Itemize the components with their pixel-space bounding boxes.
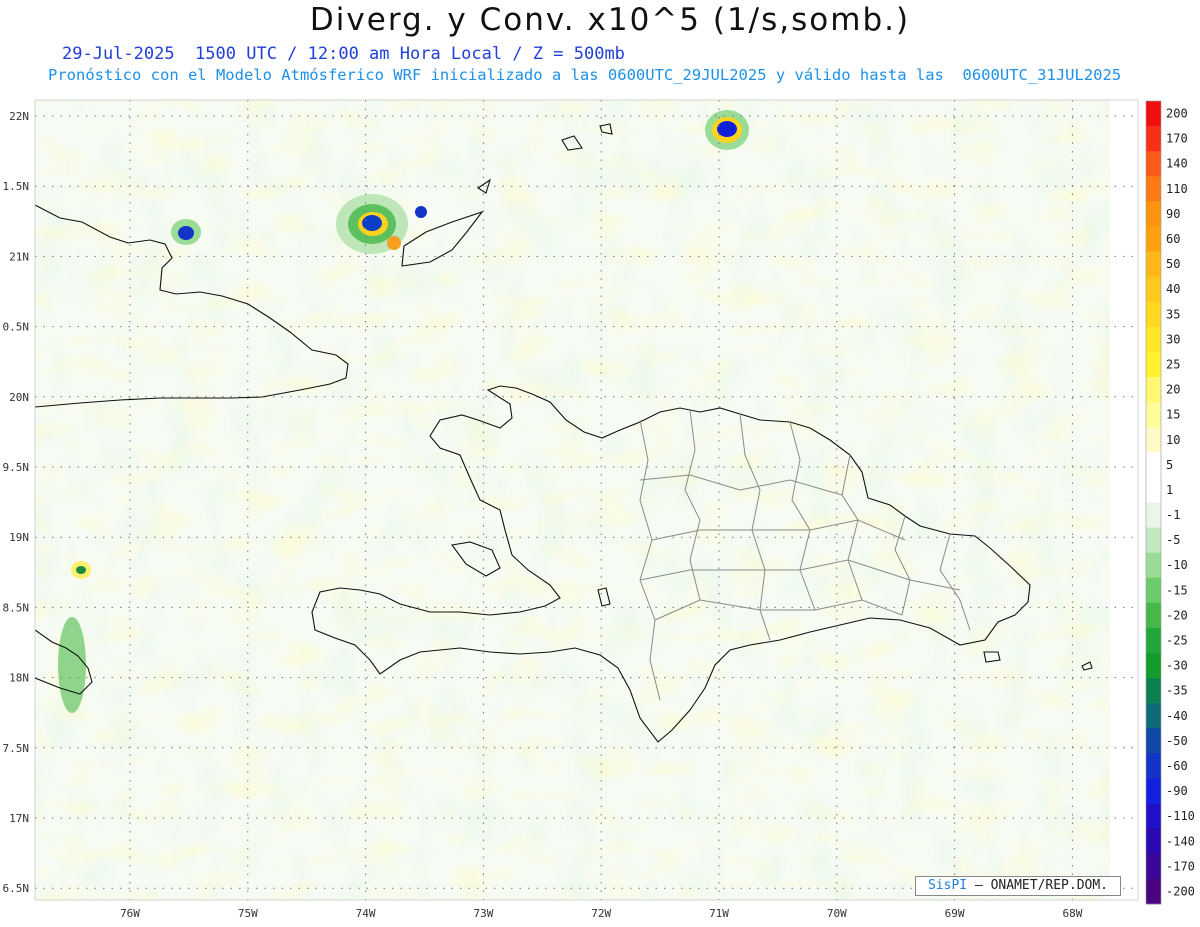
- colorbar-label: -170: [1166, 859, 1195, 873]
- colorbar-swatch: [1146, 778, 1161, 804]
- colorbar-swatch: [1146, 577, 1161, 604]
- longitude-labels: 76W 75W 74W 73W 72W 71W 70W 69W 68W: [120, 907, 1083, 920]
- lat-tick-label: 20N: [9, 391, 29, 404]
- colorbar-swatch: [1146, 703, 1161, 729]
- colorbar-label: -15: [1166, 583, 1188, 597]
- colorbar-swatch: [1146, 176, 1161, 202]
- colorbar-swatch: [1146, 728, 1161, 754]
- lat-tick-label: 0.5N: [3, 321, 30, 334]
- vortex-feature-4: [71, 561, 91, 579]
- colorbar-label: 5: [1166, 458, 1173, 472]
- colorbar-swatch: [1146, 226, 1161, 252]
- colorbar-label: -140: [1166, 834, 1195, 848]
- colorbar-label: 25: [1166, 357, 1180, 371]
- lat-tick-label: 19N: [9, 531, 29, 544]
- colorbar-label: -60: [1166, 759, 1188, 773]
- lon-tick-label: 71W: [709, 907, 729, 920]
- colorbar-swatch: [1146, 803, 1161, 830]
- colorbar-swatch: [1146, 377, 1161, 403]
- colorbar-swatch: [1146, 402, 1161, 428]
- lon-tick-label: 70W: [827, 907, 847, 920]
- colorbar-label: -1: [1166, 508, 1180, 522]
- lat-tick-label: 1.5N: [3, 180, 30, 193]
- lat-tick-label: 18N: [9, 672, 29, 685]
- colorbar-label: -90: [1166, 784, 1188, 798]
- colorbar-swatch: [1146, 101, 1161, 127]
- colorbar-label: -110: [1166, 809, 1195, 823]
- colorbar-label: 20: [1166, 383, 1180, 397]
- colorbar-label: 170: [1166, 132, 1188, 146]
- lat-tick-label: 8.5N: [3, 601, 30, 614]
- lat-tick-label: 6.5N: [3, 882, 30, 895]
- colorbar-swatch: [1146, 502, 1161, 528]
- colorbar-label: 110: [1166, 182, 1188, 196]
- colorbar-label: 10: [1166, 433, 1180, 447]
- colorbar-swatch: [1146, 126, 1161, 152]
- convergence-band: [58, 617, 86, 713]
- colorbar-label: -35: [1166, 684, 1188, 698]
- colorbar-label: 50: [1166, 257, 1180, 271]
- colorbar-swatch: [1146, 452, 1161, 478]
- vortex-feature-3: [171, 219, 201, 245]
- colorbar-swatch: [1146, 276, 1161, 303]
- lon-tick-label: 73W: [473, 907, 493, 920]
- colorbar-swatch: [1146, 552, 1161, 579]
- colorbar-label: 60: [1166, 232, 1180, 246]
- map-svg: 22N 1.5N 21N 0.5N 20N 9.5N 19N 8.5N 18N 7.5N 17N 6.…: [3, 99, 1195, 920]
- colorbar-label: 30: [1166, 332, 1180, 346]
- colorbar: 200 170 140 110 90 60 50 40 35 30 25 20 15 10 5 1 -1 -5 -1…: [1145, 100, 1195, 905]
- colorbar-swatch: [1146, 602, 1161, 629]
- lat-tick-label: 17N: [9, 812, 29, 825]
- lat-tick-label: 22N: [9, 110, 29, 123]
- colorbar-swatch: [1146, 653, 1161, 679]
- colorbar-swatch: [1146, 351, 1161, 378]
- colorbar-label: -20: [1166, 608, 1188, 622]
- lon-tick-label: 69W: [945, 907, 965, 920]
- colorbar-swatch: [1146, 151, 1161, 177]
- colorbar-label: 40: [1166, 282, 1180, 296]
- colorbar-swatch: [1146, 301, 1161, 328]
- credit-box: SisPI – ONAMET/REP.DOM.: [915, 876, 1121, 896]
- colorbar-swatch: [1146, 326, 1161, 353]
- credit-text: – ONAMET/REP.DOM.: [974, 878, 1109, 893]
- colorbar-swatch: [1146, 627, 1161, 654]
- colorbar-label: 1: [1166, 483, 1173, 497]
- lat-tick-label: 7.5N: [3, 742, 30, 755]
- lon-tick-label: 76W: [120, 907, 140, 920]
- colorbar-label: -25: [1166, 634, 1188, 648]
- lon-tick-label: 72W: [591, 907, 611, 920]
- colorbar-label: 200: [1166, 107, 1188, 121]
- colorbar-label: -5: [1166, 533, 1180, 547]
- colorbar-label: 35: [1166, 307, 1180, 321]
- colorbar-swatch: [1146, 678, 1161, 704]
- colorbar-swatch: [1146, 201, 1161, 227]
- colorbar-swatch: [1146, 828, 1161, 855]
- colorbar-label: -10: [1166, 558, 1188, 572]
- colorbar-label: 15: [1166, 408, 1180, 422]
- divergence-field: [35, 100, 1138, 900]
- lon-tick-label: 74W: [356, 907, 376, 920]
- lat-tick-label: 9.5N: [3, 461, 30, 474]
- colorbar-swatch: [1146, 477, 1161, 503]
- vortex-feature-2: [705, 110, 749, 150]
- colorbar-label: 140: [1166, 157, 1188, 171]
- colorbar-swatch: [1146, 427, 1161, 453]
- lon-tick-label: 68W: [1062, 907, 1082, 920]
- latitude-labels: 22N 1.5N 21N 0.5N 20N 9.5N 19N 8.5N 18N 7.5N 17N 6.…: [3, 110, 30, 895]
- colorbar-label: -30: [1166, 659, 1188, 673]
- colorbar-swatch: [1146, 251, 1161, 277]
- colorbar-swatch: [1146, 527, 1161, 553]
- colorbar-label: -50: [1166, 734, 1188, 748]
- lat-tick-label: 21N: [9, 250, 29, 263]
- colorbar-swatch: [1146, 878, 1161, 905]
- lon-tick-label: 75W: [238, 907, 258, 920]
- colorbar-swatch: [1146, 753, 1161, 779]
- credit-brand: SisPI: [927, 878, 968, 893]
- colorbar-label: 90: [1166, 207, 1180, 221]
- colorbar-label: -200: [1166, 884, 1195, 898]
- colorbar-swatch: [1146, 853, 1161, 880]
- colorbar-label: -40: [1166, 709, 1188, 723]
